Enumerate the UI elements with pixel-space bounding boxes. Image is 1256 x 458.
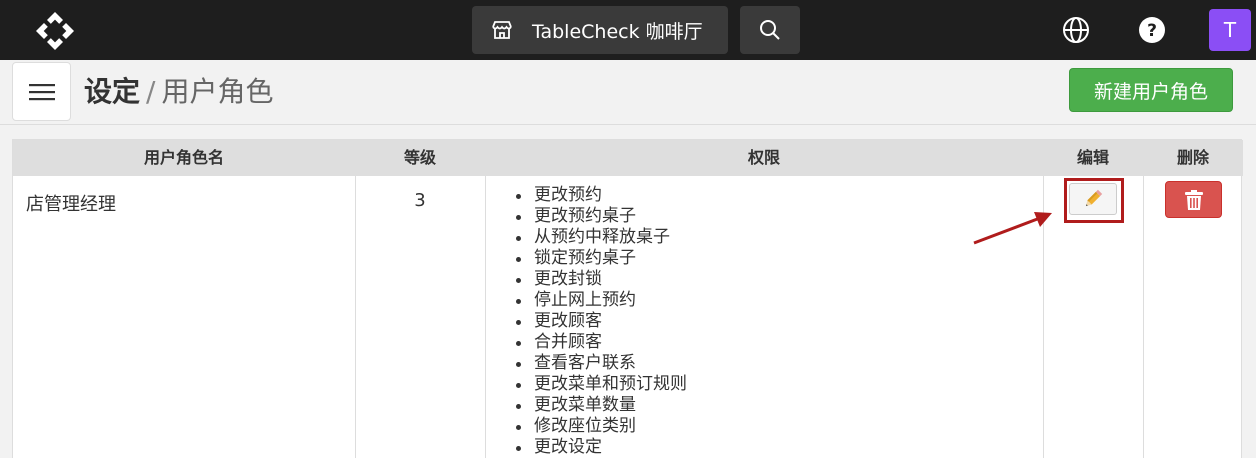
role-name-cell: 店管理经理 [26, 194, 116, 215]
delete-role-button[interactable] [1165, 181, 1222, 218]
permission-item: 更改顾客 [510, 311, 687, 332]
hamburger-menu-icon [28, 83, 55, 100]
edit-role-button[interactable] [1069, 183, 1117, 215]
column-header-role-name: 用户角色名 [143, 148, 224, 167]
column-header-edit: 编辑 [1076, 148, 1109, 167]
column-divider [355, 176, 356, 458]
permissions-list: 更改预约 更改预约桌子 从预约中释放桌子 锁定预约桌子 更改封锁 停止网上预约 … [510, 185, 687, 458]
breadcrumb-settings[interactable]: 设定 [84, 75, 140, 108]
breadcrumb-separator: / [146, 75, 156, 108]
permission-item: 更改预约桌子 [510, 206, 687, 227]
header-divider [0, 124, 1256, 125]
menu-button[interactable] [12, 62, 71, 121]
store-icon [490, 18, 514, 42]
pencil-icon [1085, 189, 1103, 207]
column-divider [1143, 176, 1144, 458]
table-header: 用户角色名 等级 权限 编辑 删除 [13, 140, 1243, 176]
column-header-delete: 删除 [1176, 148, 1209, 167]
help-icon: ? [1139, 17, 1165, 43]
venue-name: TableCheck 咖啡厅 [532, 20, 703, 43]
permission-item: 合并顾客 [510, 332, 687, 353]
permission-item: 停止网上预约 [510, 290, 687, 311]
tablecheck-logo-icon[interactable] [34, 10, 76, 52]
permission-item: 更改菜单数量 [510, 395, 687, 416]
permission-item: 从预约中释放桌子 [510, 227, 687, 248]
permission-item: 锁定预约桌子 [510, 248, 687, 269]
page-title: 设定 / 用户角色 [84, 72, 273, 112]
permission-item: 更改菜单和预订规则 [510, 374, 687, 395]
globe-icon [1063, 17, 1089, 43]
permission-item: 更改预约 [510, 185, 687, 206]
role-level-cell: 3 [414, 190, 426, 211]
help-button[interactable]: ? [1134, 12, 1170, 48]
column-divider [485, 176, 486, 458]
search-button[interactable] [740, 6, 800, 54]
top-navigation-bar: TableCheck 咖啡厅 ? T [0, 0, 1256, 60]
permission-item: 更改封锁 [510, 269, 687, 290]
permission-item: 更改设定 [510, 437, 687, 458]
breadcrumb-user-roles: 用户角色 [161, 75, 274, 108]
permission-item: 修改座位类别 [510, 416, 687, 437]
column-header-permissions: 权限 [747, 148, 780, 167]
user-avatar[interactable]: T [1209, 9, 1251, 51]
annotation-arrow-icon [973, 212, 1052, 245]
user-roles-table: 用户角色名 等级 权限 编辑 删除 店管理经理 3 更改预约 更改预约桌子 从预… [12, 139, 1243, 458]
search-icon [760, 20, 780, 40]
new-user-role-button[interactable]: 新建用户角色 [1069, 68, 1233, 112]
language-button[interactable] [1058, 12, 1094, 48]
column-header-level: 等级 [403, 148, 436, 167]
svg-text:?: ? [1147, 21, 1157, 41]
trash-icon [1184, 189, 1203, 210]
permission-item: 查看客户联系 [510, 353, 687, 374]
venue-selector-button[interactable]: TableCheck 咖啡厅 [472, 6, 728, 54]
